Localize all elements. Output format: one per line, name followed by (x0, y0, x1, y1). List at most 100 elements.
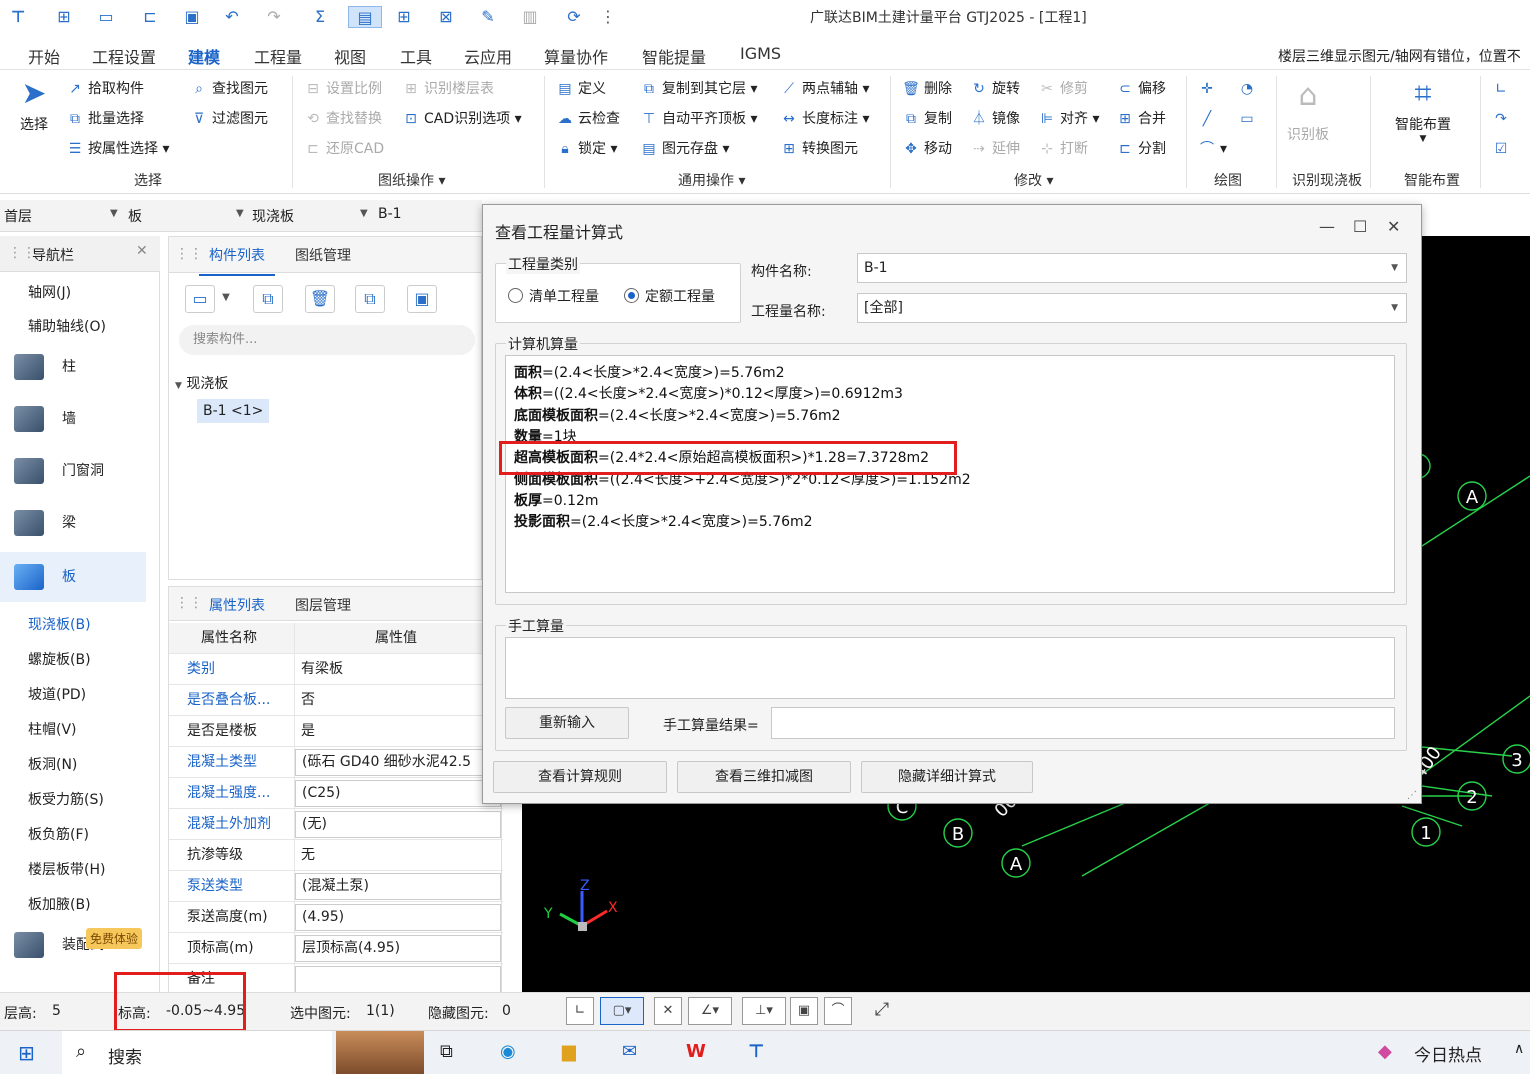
compare-icon[interactable]: ▥ (518, 6, 542, 28)
qty-name-select[interactable]: [全部] ▼ (857, 293, 1407, 323)
nav-item-slab-neg-rebar[interactable]: 板负筋(F) (28, 824, 89, 844)
nav-category-column[interactable]: 柱 (0, 342, 146, 392)
orthogonal-icon[interactable]: ∟ (566, 997, 594, 1025)
nav-item-cast-slab[interactable]: 现浇板(B) (28, 614, 91, 634)
save-component-icon[interactable]: ▣ (407, 285, 437, 313)
tab-tools[interactable]: 工具 (400, 44, 432, 68)
group-label-general[interactable]: 通用操作 ▾ (678, 170, 745, 190)
expand-icon[interactable]: ⤢ (868, 997, 896, 1025)
property-value[interactable]: (砾石 GD40 细砂水泥42.5 (295, 749, 501, 776)
two-point-axis-button[interactable]: ⟋ 两点辅轴 ▾ (780, 78, 869, 100)
tab-collaboration[interactable]: 算量协作 (544, 44, 608, 68)
edit-icon[interactable]: ✎ (476, 6, 500, 28)
set-scale-button[interactable]: ⊟ 设置比例 (304, 78, 382, 100)
tab-component-list[interactable]: 构件列表 (199, 245, 275, 276)
tab-cloud[interactable]: 云应用 (464, 44, 512, 68)
group-label-modify[interactable]: 修改 ▾ (1014, 170, 1053, 190)
tab-property-list[interactable]: 属性列表 (199, 595, 275, 626)
new-icon[interactable]: ⊞ (52, 6, 76, 28)
curve-mode-icon[interactable]: ⌒ (824, 997, 852, 1025)
nav-category-slab[interactable]: 板 (0, 552, 146, 602)
chevron-down-icon[interactable]: ▼ (219, 285, 233, 313)
property-row[interactable]: 混凝土类型 (砾石 GD40 细砂水泥42.5 (169, 747, 503, 778)
extra-tool-2[interactable]: ↷ (1492, 108, 1514, 130)
nav-item-slab-rebar[interactable]: 板受力筋(S) (28, 789, 104, 809)
task-view-icon[interactable]: ⧉ (440, 1041, 453, 1062)
angle-icon[interactable]: ∠▾ (688, 997, 732, 1025)
tab-igms[interactable]: IGMS (740, 44, 781, 63)
pick-component-button[interactable]: ↗ 拾取构件 (66, 78, 144, 100)
quantity-view-icon[interactable]: ▤ (348, 6, 382, 28)
rotate-button[interactable]: ↻ 旋转 (970, 78, 1020, 100)
filter-element-button[interactable]: ⊽ 过滤图元 (190, 108, 268, 130)
recognize-slab-button[interactable]: ⌂ 识别板 (1282, 76, 1334, 144)
property-row[interactable]: 混凝土外加剂 (无) (169, 809, 503, 840)
property-value[interactable]: (混凝土泵) (295, 873, 501, 900)
property-row[interactable]: 顶标高(m) 层顶标高(4.95) (169, 933, 503, 964)
component-name-select[interactable]: B-1 ▼ (857, 253, 1407, 283)
property-value[interactable]: 是 (295, 716, 501, 747)
group-label-drawing[interactable]: 图纸操作 ▾ (378, 170, 445, 190)
floor-select[interactable]: 首层 (4, 206, 32, 226)
property-value[interactable]: 有梁板 (295, 654, 501, 685)
logo-icon[interactable]: ⊤ (6, 6, 30, 28)
sync-icon[interactable]: ⟳ (562, 6, 586, 28)
property-value[interactable]: 否 (295, 685, 501, 716)
resize-grip-icon[interactable]: ⋰ (1407, 790, 1417, 801)
align-button[interactable]: ⊫ 对齐 ▾ (1038, 108, 1100, 130)
save-icon[interactable]: ▣ (180, 6, 204, 28)
drag-handle-icon[interactable]: ⋮⋮ (175, 246, 203, 262)
merge-button[interactable]: ⊞ 合并 (1116, 108, 1166, 130)
type-select[interactable]: 板 (128, 206, 142, 226)
nav-item-slab-hole[interactable]: 板洞(N) (28, 754, 77, 774)
restore-cad-button[interactable]: ⊏ 还原CAD (304, 138, 384, 160)
new-file-icon[interactable]: ▭ (94, 6, 118, 28)
taskbar-search[interactable]: ⌕ 搜索 (62, 1031, 332, 1074)
trim-button[interactable]: ✂ 修剪 (1038, 78, 1088, 100)
chevron-up-icon[interactable]: ∧ (1514, 1041, 1524, 1057)
nav-item-spiral-slab[interactable]: 螺旋板(B) (28, 649, 91, 669)
open-icon[interactable]: ⊏ (138, 6, 162, 28)
property-row[interactable]: 是否叠合板... 否 (169, 685, 503, 716)
maximize-icon[interactable]: ☐ (1353, 217, 1367, 236)
cad-options-button[interactable]: ⊡ CAD识别选项 ▾ (402, 108, 522, 130)
lock-button[interactable]: 🔒︎ 锁定 ▾ (556, 138, 617, 160)
news-icon[interactable]: ◆ (1378, 1041, 1392, 1062)
manual-calc-input[interactable] (505, 637, 1395, 699)
grid-icon[interactable]: ⊠ (434, 6, 458, 28)
copy-button[interactable]: ⧉ 复制 (902, 108, 952, 130)
minimize-icon[interactable]: — (1319, 217, 1335, 236)
cloud-check-button[interactable]: ☁ 云检查 (556, 108, 620, 130)
draw-curve-button[interactable]: ⌒ ▾ (1198, 138, 1227, 160)
find-replace-button[interactable]: ⟲ 查找替换 (304, 108, 382, 130)
property-value[interactable] (295, 966, 501, 993)
manual-result-field[interactable] (771, 707, 1395, 739)
property-row[interactable]: 抗渗等级无 (169, 840, 503, 871)
copy-component-icon[interactable]: ⧉ (253, 285, 283, 313)
smart-layout-button[interactable]: ⌗ 智能布置 ▼ (1390, 74, 1456, 144)
property-row[interactable]: 是否是楼板是 (169, 716, 503, 747)
recognize-floor-table-button[interactable]: ⊞ 识别楼层表 (402, 78, 494, 100)
define-button[interactable]: ▤ 定义 (556, 78, 606, 100)
redo-icon[interactable]: ↷ (262, 6, 286, 28)
more-icon[interactable]: ⋮ (596, 6, 620, 28)
property-value[interactable]: (4.95) (295, 904, 501, 931)
tab-view[interactable]: 视图 (334, 44, 366, 68)
hide-detail-formula-button[interactable]: 隐藏详细计算式 (861, 761, 1033, 793)
select-big-button[interactable]: ➤ 选择 (14, 74, 54, 134)
property-value[interactable]: 层顶标高(4.95) (295, 935, 501, 962)
component-search-input[interactable]: 搜索构件... (179, 325, 475, 355)
nav-item-axis[interactable]: 轴网(J) (28, 282, 71, 302)
draw-point-button[interactable]: ✛ (1198, 78, 1220, 100)
undo-icon[interactable]: ↶ (220, 6, 244, 28)
extend-button[interactable]: ⇢ 延伸 (970, 138, 1020, 160)
break-button[interactable]: ⊹ 打断 (1038, 138, 1088, 160)
tab-start[interactable]: 开始 (28, 44, 60, 68)
nav-category-beam[interactable]: 梁 (0, 498, 146, 548)
auto-align-top-button[interactable]: ⊤ 自动平齐顶板 ▾ (640, 108, 758, 130)
nav-item-slab-haunch[interactable]: 板加腋(B) (28, 894, 91, 914)
tab-smart-extract[interactable]: 智能提量 (642, 44, 706, 68)
draw-line-button[interactable]: ╱ (1198, 108, 1220, 130)
property-row[interactable]: 泵送类型 (混凝土泵) (169, 871, 503, 902)
new-component-icon[interactable]: ▭ (185, 285, 215, 313)
